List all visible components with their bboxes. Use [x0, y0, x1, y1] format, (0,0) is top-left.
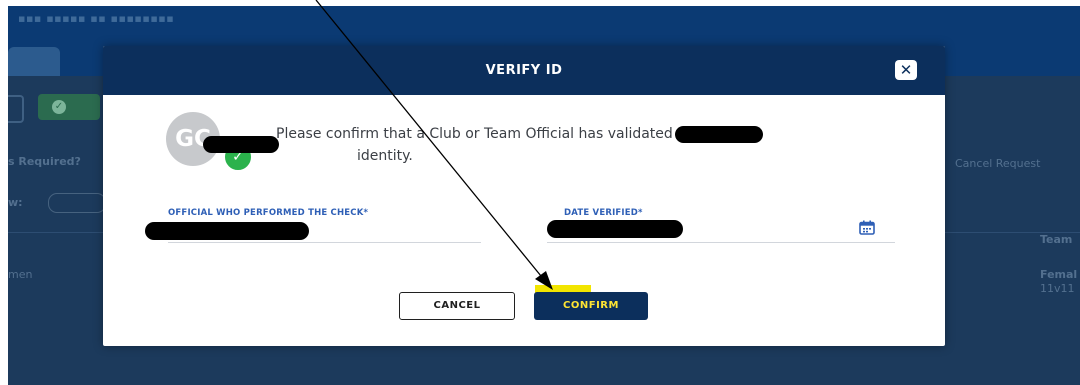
annotation-arrow: [315, 0, 553, 290]
